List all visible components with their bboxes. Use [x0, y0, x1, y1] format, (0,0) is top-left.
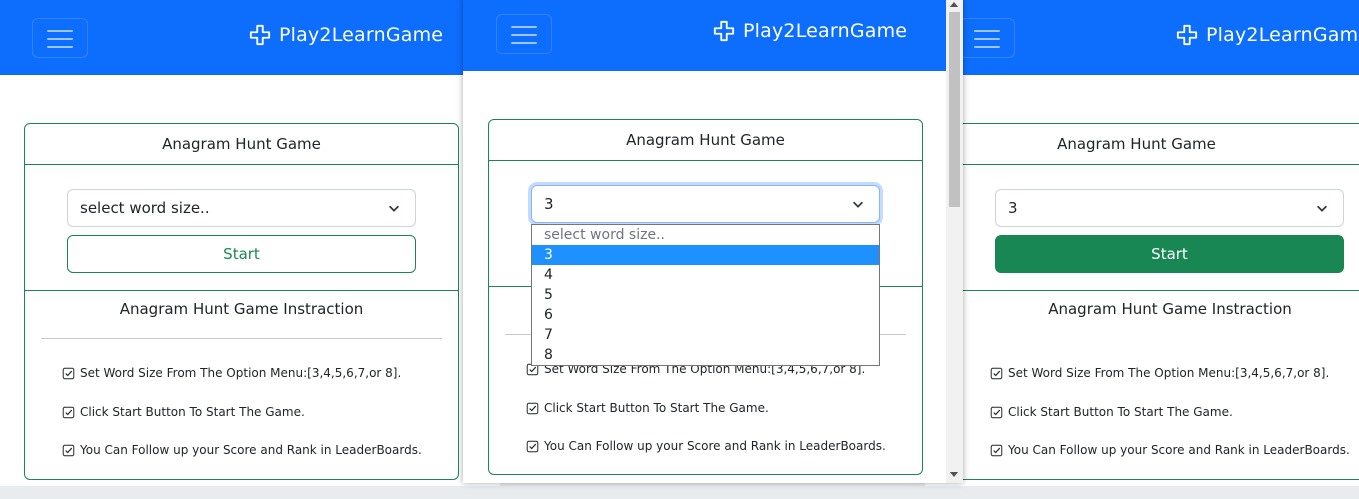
chevron-down-icon: [389, 205, 399, 212]
dropdown-option[interactable]: 5: [532, 285, 879, 305]
check-square-icon: [526, 402, 539, 414]
word-size-dropdown: select word size.. 3 4 5 6 7 8: [531, 224, 880, 366]
panel-dropdown-open: Play2LearnGame Anagram Hunt Game 3 Set W…: [463, 0, 963, 483]
brand[interactable]: Play2LearnGame: [249, 24, 443, 46]
navbar: Play2LearnGame: [0, 0, 500, 75]
divider: [25, 290, 458, 291]
instruction-item: You Can Follow up your Score and Rank in…: [990, 443, 1350, 457]
check-square-icon: [990, 444, 1003, 456]
card-title: Anagram Hunt Game: [489, 120, 922, 161]
scroll-up-icon[interactable]: [950, 2, 958, 7]
brand[interactable]: Play2LearnGame: [713, 20, 907, 42]
puzzle-plus-icon: [713, 20, 735, 42]
select-value: 3: [1008, 199, 1018, 217]
word-size-select[interactable]: 3: [531, 185, 880, 223]
game-card: Anagram Hunt Game 3 Start Anagram Hunt G…: [949, 123, 1359, 480]
game-card: Anagram Hunt Game select word size.. Sta…: [24, 123, 459, 480]
check-square-icon: [990, 406, 1003, 418]
select-value: select word size..: [80, 199, 210, 217]
dropdown-option[interactable]: 7: [532, 325, 879, 345]
puzzle-plus-icon: [249, 24, 271, 46]
check-square-icon: [990, 367, 1003, 379]
start-button[interactable]: Start: [995, 235, 1344, 273]
puzzle-plus-icon: [1176, 24, 1198, 46]
dropdown-option[interactable]: select word size..: [532, 225, 879, 245]
instruction-item: You Can Follow up your Score and Rank in…: [62, 443, 422, 457]
scrollbar-thumb[interactable]: [949, 12, 960, 207]
instruction-item: Click Start Button To Start The Game.: [526, 401, 769, 415]
dropdown-option[interactable]: 3: [532, 245, 879, 265]
panel-initial: Play2LearnGame Anagram Hunt Game select …: [0, 0, 500, 486]
menu-toggle-button[interactable]: [32, 18, 88, 58]
brand-name: Play2LearnGame: [1206, 24, 1359, 46]
instructions-title: Anagram Hunt Game Instraction: [1048, 300, 1292, 318]
card-title: Anagram Hunt Game: [950, 124, 1359, 165]
select-value: 3: [544, 195, 554, 213]
dropdown-option[interactable]: 6: [532, 305, 879, 325]
scroll-down-icon[interactable]: [950, 472, 958, 477]
instruction-item: Set Word Size From The Option Menu:[3,4,…: [990, 366, 1329, 380]
brand[interactable]: Play2LearnGame: [1176, 24, 1359, 46]
navbar: Play2LearnGame: [463, 0, 963, 71]
instructions-title: Anagram Hunt Game Instraction: [119, 300, 364, 318]
check-square-icon: [62, 444, 75, 456]
navbar: Play2LearnGame: [925, 0, 1359, 75]
vertical-scrollbar[interactable]: [946, 0, 963, 483]
screenshot-stage: Play2LearnGame Anagram Hunt Game select …: [0, 0, 1359, 499]
start-button[interactable]: Start: [67, 235, 416, 273]
check-square-icon: [526, 440, 539, 452]
divider: [950, 290, 1359, 291]
menu-toggle-button[interactable]: [496, 14, 552, 54]
check-square-icon: [62, 406, 75, 418]
instructions-rule: [41, 338, 442, 339]
brand-name: Play2LearnGame: [743, 20, 908, 42]
menu-toggle-button[interactable]: [959, 18, 1015, 58]
instruction-item: Click Start Button To Start The Game.: [62, 405, 305, 419]
instruction-item: Click Start Button To Start The Game.: [990, 405, 1233, 419]
instruction-item: Set Word Size From The Option Menu:[3,4,…: [62, 366, 401, 380]
card-title: Anagram Hunt Game: [25, 124, 458, 165]
check-square-icon: [62, 367, 75, 379]
panel-ready: Play2LearnGame Anagram Hunt Game 3 Start…: [925, 0, 1359, 486]
brand-name: Play2LearnGame: [279, 24, 444, 46]
instruction-item: You Can Follow up your Score and Rank in…: [526, 439, 886, 453]
word-size-select[interactable]: 3: [995, 189, 1344, 227]
word-size-select[interactable]: select word size..: [67, 189, 416, 227]
chevron-down-icon: [1317, 205, 1327, 212]
dropdown-option[interactable]: 8: [532, 345, 879, 365]
chevron-down-icon: [853, 201, 863, 208]
dropdown-option[interactable]: 4: [532, 265, 879, 285]
